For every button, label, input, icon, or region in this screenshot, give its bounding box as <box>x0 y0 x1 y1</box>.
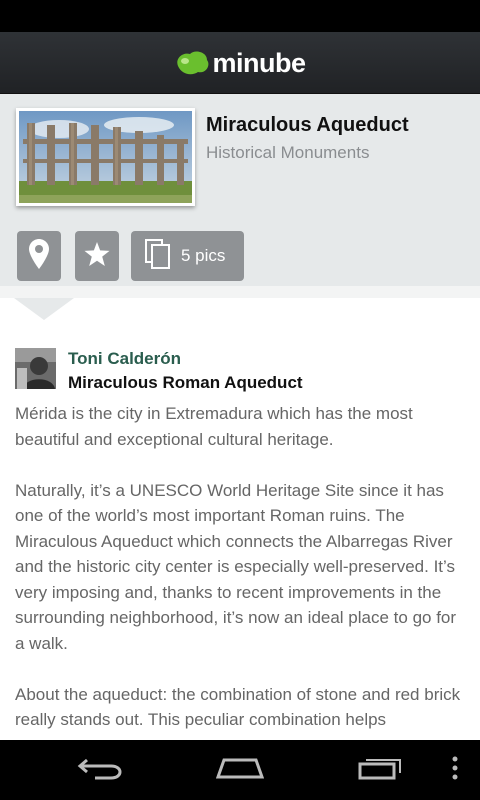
place-title: Miraculous Aqueduct <box>206 114 409 136</box>
gallery-icon <box>145 238 171 274</box>
review-paragraph: Naturally, it’s a UNESCO World Heritage … <box>15 480 457 653</box>
review-paragraph: Mérida is the city in Extremadura which … <box>15 404 413 449</box>
favorite-button[interactable] <box>75 231 119 281</box>
header-pointer <box>14 298 74 320</box>
location-button[interactable] <box>17 231 61 281</box>
recents-icon <box>358 756 404 785</box>
pics-button[interactable]: 5 pics <box>131 231 244 281</box>
overflow-menu-icon <box>451 756 459 785</box>
back-button[interactable] <box>76 754 124 786</box>
home-button[interactable] <box>215 754 265 786</box>
map-pin-icon <box>29 238 49 274</box>
review-paragraph: About the aqueduct: the combination of s… <box>15 684 461 730</box>
header-divider <box>0 286 480 298</box>
place-header: Miraculous Aqueduct Historical Monuments… <box>0 94 480 298</box>
star-icon <box>84 241 110 271</box>
recents-button[interactable] <box>357 754 405 786</box>
logo-blob-icon <box>174 50 210 76</box>
pics-count-label: 5 pics <box>181 246 226 265</box>
home-icon <box>215 757 265 784</box>
back-icon <box>77 756 123 785</box>
place-category[interactable]: Historical Monuments <box>206 143 369 163</box>
review-body: Mérida is the city in Extremadura which … <box>15 401 467 740</box>
app-bar: minube <box>0 32 480 94</box>
overflow-menu-button[interactable] <box>432 754 478 786</box>
minube-logo[interactable]: minube <box>174 46 306 79</box>
author-avatar[interactable] <box>15 348 56 389</box>
author-name[interactable]: Toni Calderón <box>68 349 181 369</box>
review-section: Toni Calderón Miraculous Roman Aqueduct … <box>0 298 480 740</box>
place-photo[interactable] <box>16 108 195 206</box>
status-bar <box>0 0 480 32</box>
review-title: Miraculous Roman Aqueduct <box>68 373 303 392</box>
logo-text: minube <box>212 48 306 78</box>
system-nav-bar <box>0 740 480 800</box>
